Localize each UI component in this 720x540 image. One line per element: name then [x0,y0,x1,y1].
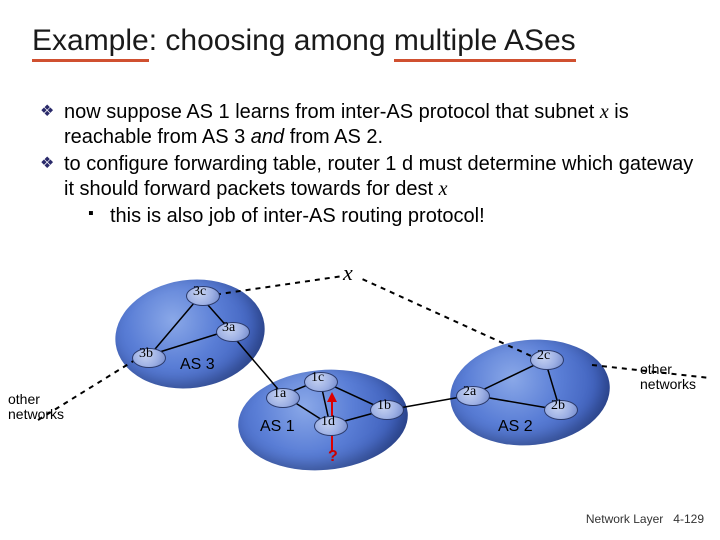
title-word: multiple [394,24,504,57]
router-2c-label: 2c [537,348,550,364]
title-word: Example [32,24,149,57]
x-node: x [343,260,353,286]
diamond-bullet-icon: ❖ [40,100,64,150]
bullet-1-text: now suppose AS 1 learns from inter-AS pr… [64,100,700,150]
bullet-1: ❖ now suppose AS 1 learns from inter-AS … [40,100,700,150]
diamond-bullet-icon: ❖ [40,152,64,202]
question-mark: ? [328,448,338,466]
bullet-2: ❖ to configure forwarding table, router … [40,152,700,202]
slide-footer: Network Layer 4-129 [586,512,704,526]
as1-label: AS 1 [260,418,295,436]
router-1d-label: 1d [321,414,335,430]
sub-bullet-1: ▪ this is also job of inter-AS routing p… [88,204,700,229]
as2-label: AS 2 [498,418,533,436]
router-3a-label: 3a [222,320,235,336]
square-bullet-icon: ▪ [88,204,110,229]
sub-bullet-1-text: this is also job of inter-AS routing pro… [110,204,485,229]
router-1c-label: 1c [311,370,324,386]
router-1b-label: 1b [377,398,391,414]
slide-title: Example: choosing among multiple ASes [32,24,576,58]
other-networks-left: other networks [8,392,64,423]
router-3c-label: 3c [193,284,206,300]
title-word: ASes [504,24,576,57]
bullet-list: ❖ now suppose AS 1 learns from inter-AS … [40,100,700,229]
router-3b-label: 3b [139,346,153,362]
footer-page: 4-129 [673,512,704,526]
footer-section: Network Layer [586,512,663,526]
router-2b-label: 2b [551,398,565,414]
other-networks-right: other networks [640,362,696,393]
router-2a-label: 2a [463,384,476,400]
title-text: : choosing among [149,24,394,57]
as3-label: AS 3 [180,356,215,374]
router-1a-label: 1a [273,386,286,402]
bullet-2-text: to configure forwarding table, router 1 … [64,152,700,202]
